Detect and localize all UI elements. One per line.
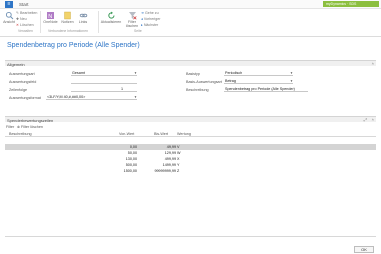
auswertungsart-value: Gesamt: [72, 71, 85, 75]
fasttab-allgemein[interactable]: Allgemein ˄: [5, 60, 376, 67]
fasttab-spenderbewertungszeilen[interactable]: Spenderbewertungszeilen ⤢ ˄: [5, 116, 376, 123]
ansicht-button[interactable]: Ansicht: [2, 11, 16, 24]
auswertungsformat-value: <3LF/Y,M 40,#,##0,00>: [47, 95, 86, 99]
auswertungsformat-field[interactable]: <3LF/Y,M 40,#,##0,00> ▼: [46, 95, 137, 100]
onenote-icon: N: [47, 12, 54, 20]
filter-loeschen-link[interactable]: Filter löschen: [21, 125, 43, 129]
auswertungsformat-label: Auswertungsformat: [9, 96, 41, 100]
ribbon-separator: [40, 11, 41, 33]
ansicht-label: Ansicht: [3, 20, 15, 24]
basis-auswertungsart-label: Basis-Auswertungsart: [186, 80, 222, 84]
cell-von-wert[interactable]: 1500,00: [105, 168, 137, 174]
chevron-up-icon[interactable]: ˄: [372, 117, 374, 122]
gehe-zu-label: Gehe zu: [145, 11, 159, 15]
ribbon: Ansicht ✎ Bearbeiten ✚ Neu ✕ Löschen Ver…: [0, 9, 381, 37]
clear-filter-icon: [128, 12, 137, 20]
svg-text:N: N: [48, 14, 52, 20]
aktualisieren-button[interactable]: Aktualisieren: [100, 11, 122, 24]
basis-auswertungsart-value: Betrag: [225, 79, 236, 83]
zeilenfolge-value: 1: [120, 87, 123, 91]
group-label-seite: Seite: [134, 29, 142, 33]
clear-filter-icon[interactable]: ⊗: [17, 125, 20, 129]
beschreibung-label: Beschreibung: [186, 88, 209, 92]
beschreibung-field[interactable]: Spendenbetrag pro Periode (Alle Spender): [224, 87, 308, 92]
bearbeiten-label: Bearbeiten: [20, 11, 38, 15]
naechster-button[interactable]: ▸ Nächster: [141, 23, 158, 27]
bearbeiten-button[interactable]: ✎ Bearbeiten: [16, 11, 37, 15]
neu-label: Neu: [20, 17, 27, 21]
links-button[interactable]: Links: [77, 11, 89, 24]
table-row[interactable]: 1500,00 99999999,99 Z: [5, 168, 376, 174]
onenote-button[interactable]: N OneNote: [42, 11, 59, 24]
auswertungsfeld-field[interactable]: [71, 79, 137, 84]
company-badge: myDynamics · SDS: [323, 1, 379, 7]
auswertungsart-field[interactable]: Gesamt ▼: [71, 71, 137, 76]
title-bar: ≡ Start myDynamics · SDS: [0, 0, 381, 9]
links-label: Links: [78, 20, 88, 24]
basistyp-label: Basistyp: [186, 72, 200, 76]
chevron-up-icon[interactable]: ˄: [372, 61, 374, 66]
vorheriger-label: Vorheriger: [143, 17, 161, 21]
notizen-label: Notizen: [61, 20, 74, 24]
basistyp-value: Periodisch: [225, 71, 243, 75]
filter-button[interactable]: Filter: [6, 125, 14, 129]
dropdown-arrow-icon[interactable]: ▼: [134, 71, 137, 76]
ok-button[interactable]: OK: [354, 246, 374, 253]
group-label-verbundene: Verbundene Informationen: [48, 29, 88, 33]
loeschen-button[interactable]: ✕ Löschen: [16, 23, 34, 27]
gehe-zu-button[interactable]: ➜ Gehe zu: [141, 11, 159, 15]
neu-button[interactable]: ✚ Neu: [16, 17, 27, 21]
ribbon-separator: [98, 11, 99, 33]
vorheriger-button[interactable]: ◂ Vorheriger: [141, 17, 160, 21]
dropdown-arrow-icon[interactable]: ▼: [290, 71, 293, 76]
view-icon: [5, 11, 13, 20]
link-icon: [79, 13, 87, 18]
expand-icon[interactable]: ⤢: [364, 117, 367, 122]
refresh-icon: [107, 11, 114, 19]
loeschen-label: Löschen: [20, 23, 34, 27]
fasttab-lines-label: Spenderbewertungszeilen: [7, 117, 54, 123]
dropdown-arrow-icon[interactable]: ▼: [134, 95, 137, 100]
beschreibung-value: Spendenbetrag pro Periode (Alle Spender): [225, 87, 295, 91]
cell-bis-wert[interactable]: 99999999,99: [143, 168, 176, 174]
app-menu-button[interactable]: ≡: [5, 1, 13, 8]
naechster-label: Nächster: [143, 23, 159, 27]
filter-loeschen-label: Filter löschen: [125, 20, 139, 28]
filter-loeschen-button[interactable]: Filter löschen: [124, 11, 140, 28]
basistyp-field[interactable]: Periodisch ▼: [224, 71, 293, 76]
onenote-label: OneNote: [43, 20, 58, 24]
auswertungsfeld-label: Auswertungsfeld: [9, 80, 37, 84]
notizen-button[interactable]: Notizen: [60, 11, 75, 24]
fasttab-allgemein-label: Allgemein: [7, 61, 25, 67]
zeilenfolge-label: Zeilenfolge: [9, 88, 28, 92]
notes-icon: [64, 11, 71, 20]
aktualisieren-label: Aktualisieren: [100, 20, 122, 24]
cell-wertung[interactable]: Z: [177, 168, 179, 174]
dropdown-arrow-icon[interactable]: ▼: [290, 79, 293, 84]
tab-start[interactable]: Start: [19, 1, 29, 8]
page-title: Spendenbetrag pro Periode (Alle Spender): [7, 42, 140, 49]
zeilenfolge-field[interactable]: 1: [71, 87, 137, 92]
group-label-verwalten: Verwalten: [18, 29, 33, 33]
basis-auswertungsart-field[interactable]: Betrag ▼: [224, 79, 293, 84]
auswertungsart-label: Auswertungsart: [9, 72, 35, 76]
